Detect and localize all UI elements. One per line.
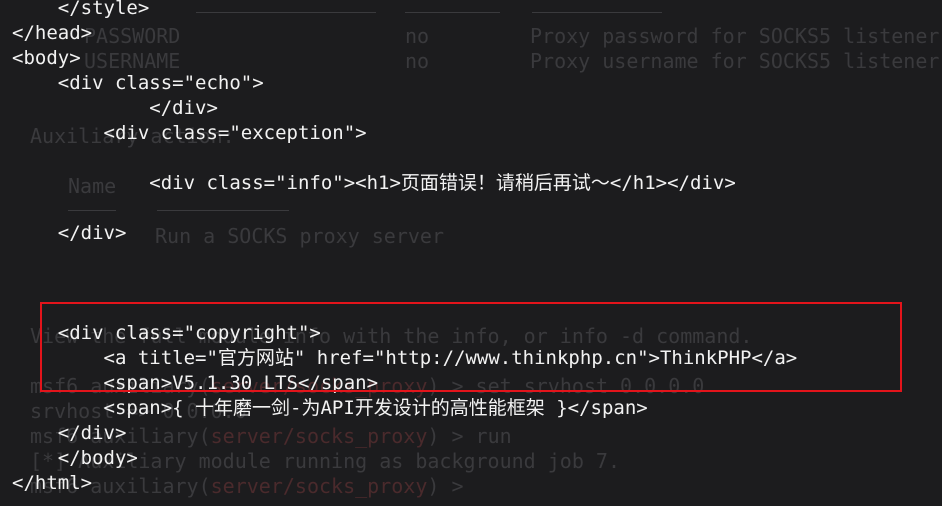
html-source-code[interactable]: </style> </head> <body> <div class="echo… <box>0 0 942 506</box>
highlight-annotation-box <box>40 302 902 392</box>
code-line-style-close: </style> <box>12 0 150 19</box>
code-line-div-close: </div> <box>12 222 127 244</box>
terminal-window[interactable]: PASSWORD no Proxy password for SOCKS5 li… <box>0 0 942 506</box>
code-line-slogan-span: <span>{ 十年磨一剑-为API开发设计的高性能框架 }</span> <box>12 397 648 419</box>
code-line-body-open: <body> <box>12 47 81 69</box>
code-line-div-close: </div> <box>12 422 127 444</box>
code-line-exception-div: <div class="exception"> <box>12 122 367 144</box>
code-line-echo-div-close: </div> <box>12 97 218 119</box>
code-line-body-close: </body> <box>12 447 138 469</box>
code-line-echo-div: <div class="echo"> <box>12 72 264 94</box>
code-line-head-close: </head> <box>12 22 93 44</box>
code-line-html-close: </html> <box>12 472 93 494</box>
code-line-info-div: <div class="info"><h1>页面错误！请稍后再试～</h1></… <box>12 172 736 194</box>
